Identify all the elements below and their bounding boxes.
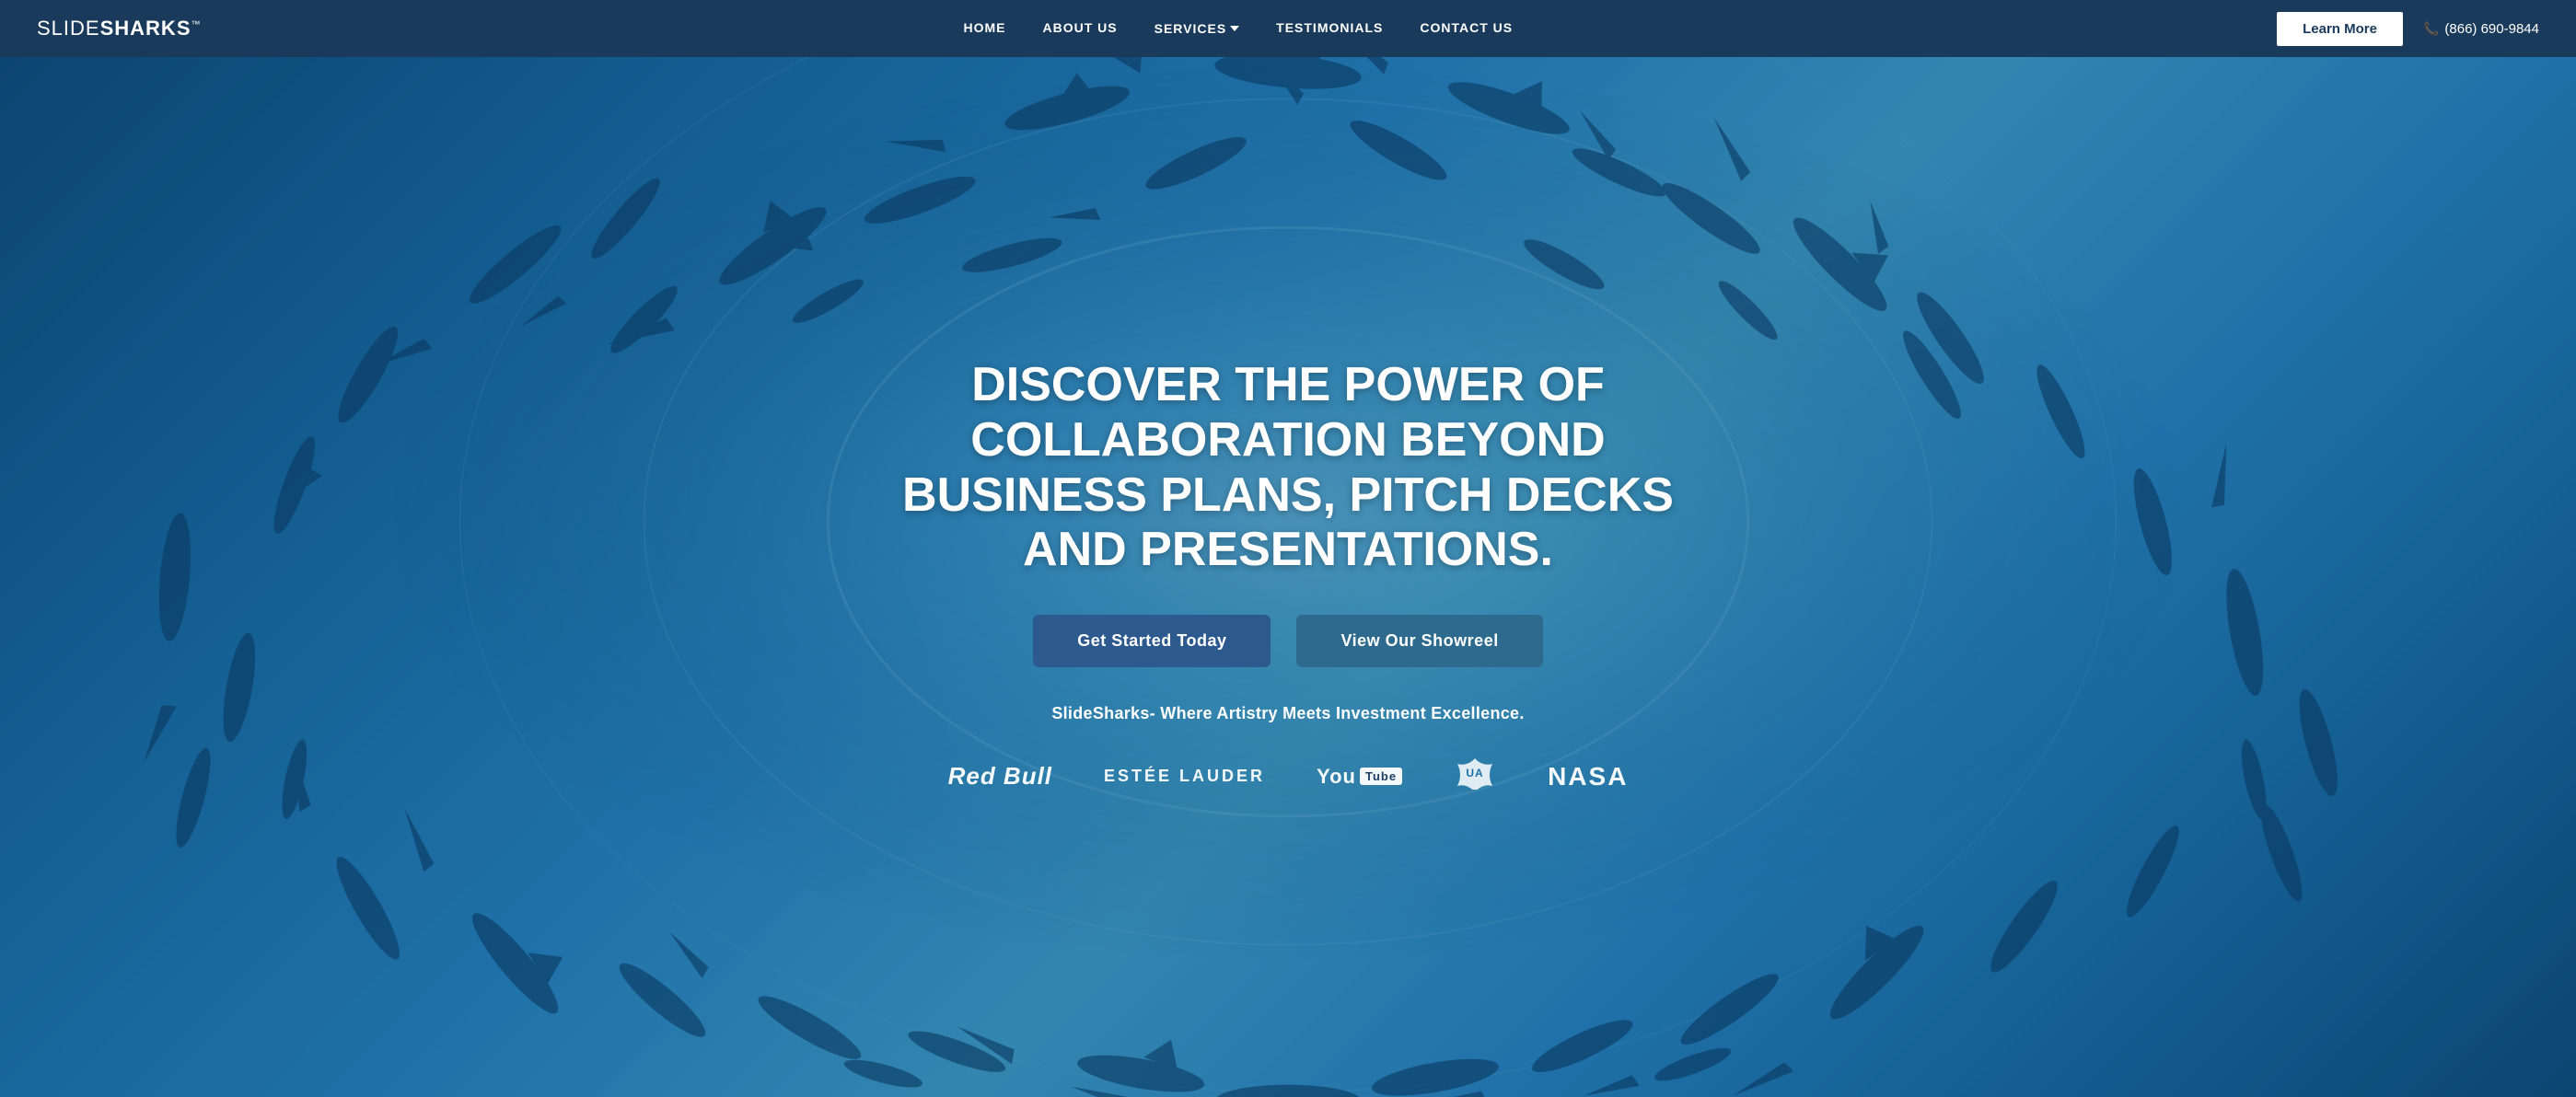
- brand-nasa: NASA: [1548, 762, 1628, 791]
- nasa-label: NASA: [1548, 762, 1628, 791]
- brand-under-armour: UA: [1454, 756, 1496, 796]
- logo-sharks: SHARKS™: [100, 17, 202, 40]
- redbull-label: Red Bull: [948, 762, 1052, 790]
- phone-number: (866) 690-9844: [2444, 21, 2539, 37]
- brand-youtube: You Tube: [1317, 765, 1402, 789]
- nav-link-home[interactable]: HOME: [963, 20, 1005, 35]
- under-armour-icon: UA: [1454, 756, 1496, 790]
- hero-content: DISCOVER THE POWER OF COLLABORATION BEYO…: [874, 358, 1702, 796]
- chevron-down-icon: [1230, 26, 1239, 31]
- youtube-text: You: [1317, 765, 1356, 789]
- brand-estee-lauder: ESTÉE LAUDER: [1104, 767, 1265, 786]
- nav-link-services[interactable]: SERVICES: [1155, 21, 1227, 36]
- nav-link-contact[interactable]: CONTACT US: [1420, 20, 1513, 35]
- hero-tagline: SlideSharks- Where Artistry Meets Invest…: [892, 704, 1684, 723]
- youtube-box: Tube: [1360, 768, 1402, 785]
- nav-link-testimonials[interactable]: TESTIMONIALS: [1276, 20, 1383, 35]
- learn-more-button[interactable]: Learn More: [2275, 10, 2405, 48]
- hero-title: DISCOVER THE POWER OF COLLABORATION BEYO…: [892, 358, 1684, 578]
- phone-icon: 📞: [2423, 21, 2439, 37]
- phone-link[interactable]: 📞 (866) 690-9844: [2423, 21, 2539, 37]
- nav-item-home[interactable]: HOME: [963, 20, 1005, 37]
- svg-text:UA: UA: [1466, 767, 1483, 779]
- nav-links: HOME ABOUT US SERVICES TESTIMONIALS CONT…: [963, 20, 1513, 37]
- hero-buttons: Get Started Today View Our Showreel: [892, 615, 1684, 667]
- logo: SLIDESHARKS™: [37, 17, 202, 40]
- brand-logos: Red Bull ESTÉE LAUDER You Tube UA NASA: [892, 756, 1684, 796]
- nav-item-about[interactable]: ABOUT US: [1042, 20, 1117, 37]
- nav-link-about[interactable]: ABOUT US: [1042, 20, 1117, 35]
- view-showreel-button[interactable]: View Our Showreel: [1296, 615, 1542, 667]
- hero-section: DISCOVER THE POWER OF COLLABORATION BEYO…: [0, 57, 2576, 1097]
- nav-item-testimonials[interactable]: TESTIMONIALS: [1276, 20, 1383, 37]
- get-started-button[interactable]: Get Started Today: [1033, 615, 1271, 667]
- navbar: SLIDESHARKS™ HOME ABOUT US SERVICES TEST…: [0, 0, 2576, 57]
- nav-item-contact[interactable]: CONTACT US: [1420, 20, 1513, 37]
- estee-label: ESTÉE LAUDER: [1104, 767, 1265, 785]
- brand-redbull: Red Bull: [948, 762, 1052, 791]
- logo-slide: SLIDE: [37, 17, 100, 40]
- services-dropdown-trigger[interactable]: SERVICES: [1155, 21, 1240, 36]
- nav-right: Learn More 📞 (866) 690-9844: [2275, 10, 2539, 48]
- nav-item-services[interactable]: SERVICES: [1155, 21, 1240, 36]
